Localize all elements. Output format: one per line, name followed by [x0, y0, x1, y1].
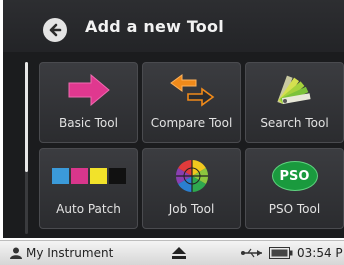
pso-badge-icon: PSO	[271, 161, 318, 191]
tool-label: Job Tool	[168, 202, 215, 216]
tool-label: PSO Tool	[268, 202, 321, 216]
user-icon	[10, 247, 22, 259]
battery-indicator	[269, 247, 293, 259]
tool-tile-basic[interactable]: Basic Tool	[39, 62, 138, 143]
clock: 03:54 P	[297, 246, 343, 260]
orange-compare-arrows-icon	[169, 74, 214, 107]
page-title: Add a new Tool	[85, 17, 224, 36]
usb-icon	[241, 248, 262, 258]
scroll-thumb[interactable]	[25, 62, 28, 172]
clock-time: 03:54 P	[297, 246, 343, 260]
header: Add a new Tool	[3, 0, 344, 52]
color-wheel-crosshair-icon	[175, 159, 208, 193]
status-bar: My Instrument 03:54 P	[0, 240, 344, 265]
back-arrow-icon	[49, 23, 62, 37]
tool-label: Basic Tool	[59, 116, 118, 130]
scrollbar[interactable]	[25, 62, 28, 234]
pink-arrow-right-icon	[68, 74, 110, 106]
color-fan-deck-icon	[276, 75, 311, 104]
usb-indicator	[240, 248, 264, 258]
instrument-indicator[interactable]: My Instrument	[10, 246, 113, 260]
tool-label: Compare Tool	[150, 116, 233, 130]
battery-icon	[269, 247, 293, 259]
eject-button[interactable]	[172, 247, 186, 259]
tool-tile-job[interactable]: Job Tool	[142, 148, 241, 229]
instrument-label: My Instrument	[26, 246, 114, 260]
tool-tile-compare[interactable]: Compare Tool	[142, 62, 241, 143]
tool-label: Auto Patch	[56, 202, 121, 216]
tool-tile-search[interactable]: Search Tool	[245, 62, 344, 143]
back-button[interactable]	[43, 18, 67, 42]
color-patch-strip-icon	[51, 168, 126, 184]
tool-tile-auto-patch[interactable]: Auto Patch	[39, 148, 138, 229]
eject-icon	[172, 247, 186, 259]
tool-tile-pso[interactable]: PSO PSO Tool	[245, 148, 344, 229]
app-screen: Add a new Tool Basic Tool Compare Tool S…	[3, 0, 344, 238]
tool-label: Search Tool	[260, 116, 329, 130]
